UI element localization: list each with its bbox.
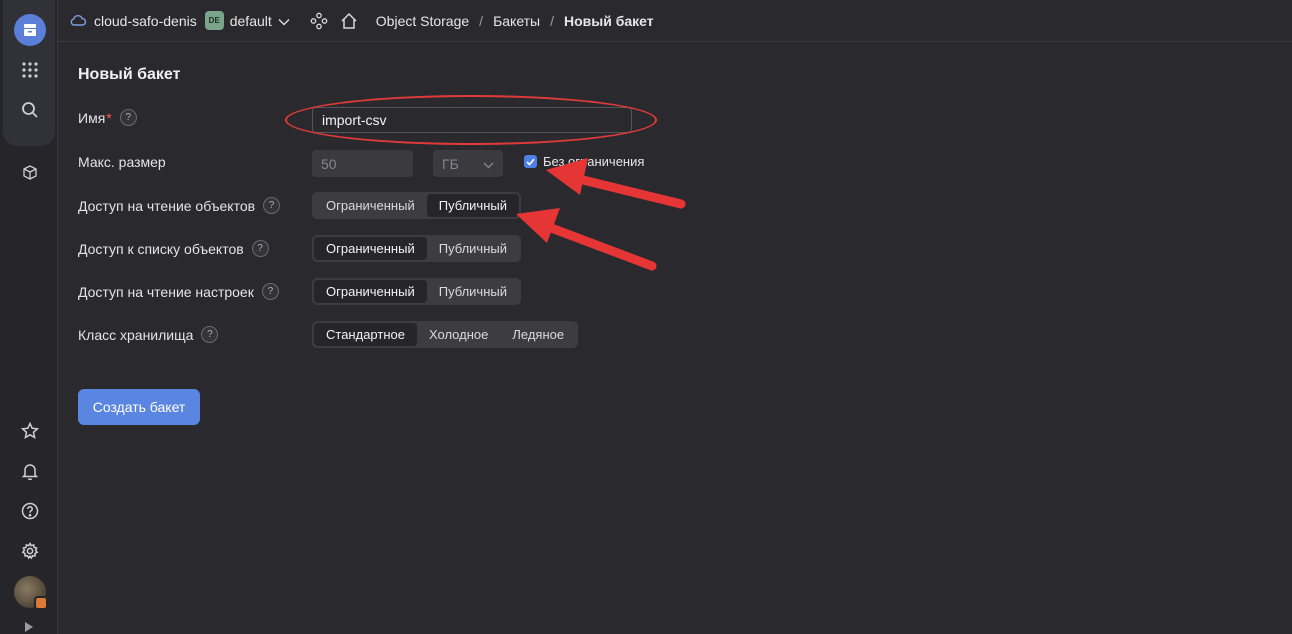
help-icon[interactable]: ? [261,283,279,300]
unlimited-label: Без ограничения [543,154,645,169]
required-mark: * [106,109,112,126]
read-settings-option-restricted[interactable]: Ограниченный [314,280,427,303]
home-icon[interactable] [338,10,360,32]
storage-class-option-ice[interactable]: Ледяное [500,323,576,346]
cloud-icon [70,13,87,29]
storage-class-label: Класс хранилища ? [78,326,219,343]
arrow-to-public-option [516,208,657,271]
chevron-down-icon [483,156,494,172]
help-icon[interactable]: ? [119,109,137,126]
apps-grid-icon[interactable] [19,59,41,81]
cloud-name: cloud-safo-denis [94,12,197,29]
storage-icon[interactable] [14,14,46,46]
avatar[interactable] [14,576,48,610]
breadcrumb: Object Storage / Бакеты / Новый бакет [376,13,654,29]
box-icon[interactable] [19,161,41,183]
read-objects-label: Доступ на чтение объектов ? [78,197,281,214]
unlimited-checkbox[interactable] [524,155,537,168]
help-icon[interactable]: ? [201,326,219,343]
gear-icon[interactable] [19,540,41,562]
left-rail [0,0,58,634]
search-icon[interactable] [19,99,41,121]
storage-class-option-cold[interactable]: Холодное [417,323,500,346]
read-objects-switch: Ограниченный Публичный [312,192,521,219]
storage-class-option-standard[interactable]: Стандартное [314,323,417,346]
max-size-input[interactable]: 50 [312,150,413,177]
list-objects-option-public[interactable]: Публичный [427,237,519,260]
storage-class-label-text: Класс хранилища [78,326,194,343]
max-size-label: Макс. размер [78,154,166,170]
expand-rail-icon[interactable] [25,622,33,632]
read-objects-option-restricted[interactable]: Ограниченный [314,194,427,217]
breadcrumb-separator: / [550,12,555,29]
cloud-selector[interactable]: cloud-safo-denis [70,13,197,29]
bell-icon[interactable] [19,460,41,482]
help-icon[interactable]: ? [263,197,281,214]
folder-badge: DE [204,11,224,30]
storage-class-switch: Стандартное Холодное Ледяное [312,321,579,348]
top-header: cloud-safo-denis DE default Object Stora… [58,0,1292,42]
create-bucket-button[interactable]: Создать бакет [78,389,200,425]
avatar-badge-icon [34,596,48,610]
app-window: cloud-safo-denis DE default Object Stora… [0,0,1292,634]
read-settings-option-public[interactable]: Публичный [427,280,519,303]
list-objects-option-restricted[interactable]: Ограниченный [314,237,427,260]
read-settings-label: Доступ на чтение настроек ? [78,283,279,300]
size-unit-select[interactable]: ГБ [433,150,503,177]
name-label: Имя * ? [78,109,137,126]
size-unit-value: ГБ [442,155,459,172]
name-label-text: Имя [78,109,106,126]
unlimited-checkbox-row[interactable]: Без ограничения [524,154,644,169]
read-objects-label-text: Доступ на чтение объектов [78,197,256,214]
help-icon[interactable]: ? [251,240,269,257]
page-title: Новый бакет [78,66,181,83]
bucket-name-input[interactable]: import-csv [312,107,632,133]
folder-selector[interactable]: default [230,13,290,29]
breadcrumb-object-storage[interactable]: Object Storage [376,13,469,29]
read-settings-label-text: Доступ на чтение настроек [78,283,254,300]
chevron-down-icon [278,13,290,29]
services-icon[interactable] [308,10,330,32]
folder-name: default [229,12,272,29]
list-objects-label-text: Доступ к списку объектов [78,240,244,257]
list-objects-switch: Ограниченный Публичный [312,235,521,262]
breadcrumb-current: Новый бакет [564,12,654,29]
list-objects-label: Доступ к списку объектов ? [78,240,269,257]
breadcrumb-buckets[interactable]: Бакеты [493,13,540,29]
read-settings-switch: Ограниченный Публичный [312,278,521,305]
read-objects-option-public[interactable]: Публичный [426,194,519,217]
annotation-arrows [516,158,686,271]
breadcrumb-separator: / [479,12,484,29]
star-icon[interactable] [19,420,41,442]
help-icon[interactable] [19,500,41,522]
